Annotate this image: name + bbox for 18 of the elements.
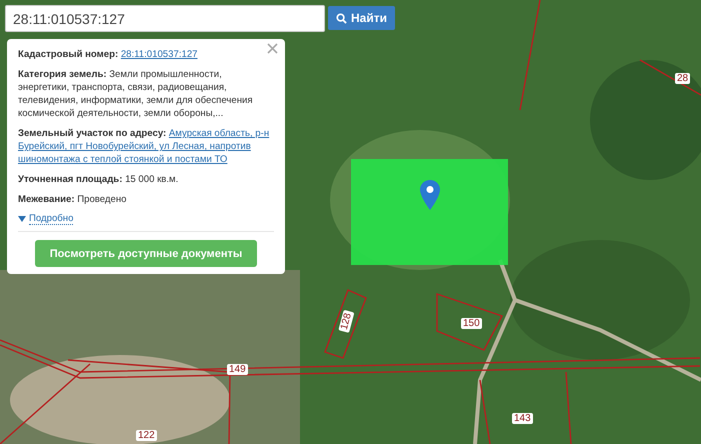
search-field[interactable]: 28:11:010537:127 <box>5 5 325 32</box>
close-icon[interactable] <box>267 43 278 54</box>
details-link[interactable]: Подробно <box>29 213 74 225</box>
parcel-number: 122 <box>136 430 157 441</box>
info-field: Уточненная площадь: 15 000 кв.м. <box>18 173 274 186</box>
info-field: Межевание: Проведено <box>18 193 274 206</box>
info-field: Земельный участок по адресу: Амурская область, р-н Бурейский, пгт Новобурейский, ул Лесная, напротив шиномонтажа с теплой стоянкой и постами ТО <box>18 127 274 166</box>
map-pin-icon[interactable] <box>420 180 440 210</box>
info-link[interactable]: 28:11:010537:127 <box>120 49 198 60</box>
info-field: Категория земель: Земли промышленности, энергетики, транспорта, связи, радиовещания, телевидения, информатики, земли для обеспечения космической деятельности, земли обороны,... <box>18 68 274 120</box>
selected-parcel[interactable] <box>351 159 508 265</box>
info-field: Кадастровый номер: 28:11:010537:127 <box>18 48 260 61</box>
parcel-number: 149 <box>227 364 248 375</box>
search-icon <box>336 12 347 24</box>
parcel-number: 143 <box>512 413 533 424</box>
parcel-number: 28 <box>675 73 690 84</box>
parcel-number: 150 <box>461 318 482 329</box>
search-button[interactable]: Найти <box>328 6 395 30</box>
